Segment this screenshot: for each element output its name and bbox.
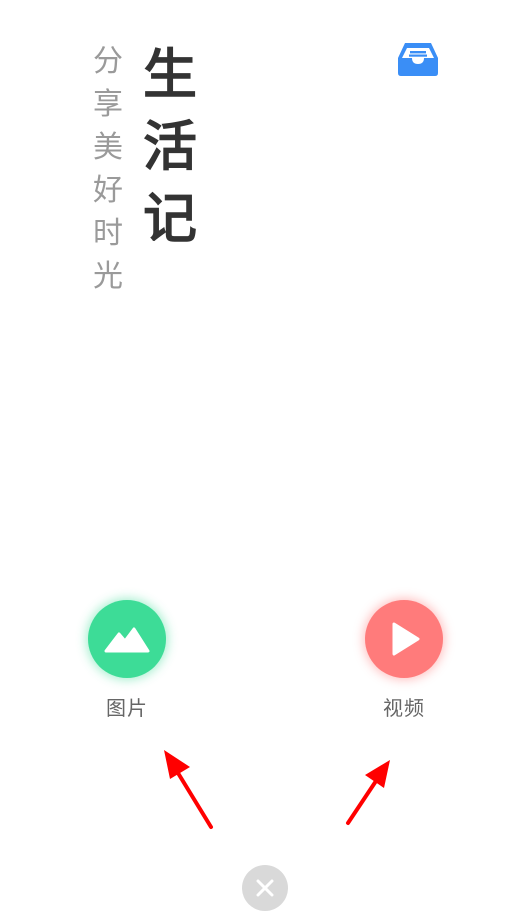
subtitle-char: 享	[93, 87, 123, 122]
annotation-arrows	[164, 750, 390, 829]
subtitle-char: 好	[93, 173, 123, 208]
mountain-icon	[104, 627, 150, 653]
video-action[interactable]: 视频	[364, 600, 444, 721]
inbox-button[interactable]	[396, 40, 440, 78]
subtitle-char: 光	[93, 259, 123, 294]
photo-button[interactable]	[88, 600, 166, 678]
arrow-right-icon	[346, 760, 390, 825]
photo-action[interactable]: 图片	[86, 600, 168, 721]
video-label: 视频	[383, 696, 425, 720]
title-char: 生	[143, 42, 197, 106]
arrow-left-icon	[164, 750, 213, 829]
subtitle-char: 分	[93, 44, 123, 79]
inbox-icon	[398, 43, 438, 76]
title-char: 活	[143, 114, 197, 178]
play-icon	[392, 622, 420, 656]
subtitle-char: 时	[93, 216, 123, 251]
publish-screen: 分 享 美 好 时 光 生 活 记 图片 视频	[0, 0, 524, 918]
close-button[interactable]	[242, 865, 288, 911]
photo-label: 图片	[106, 696, 148, 720]
close-icon	[256, 879, 274, 897]
video-button[interactable]	[365, 600, 443, 678]
subtitle-char: 美	[93, 130, 123, 165]
subtitle-vertical: 分 享 美 好 时 光	[88, 40, 128, 298]
page-title-vertical: 生 活 记	[138, 38, 202, 254]
title-char: 记	[143, 186, 197, 250]
